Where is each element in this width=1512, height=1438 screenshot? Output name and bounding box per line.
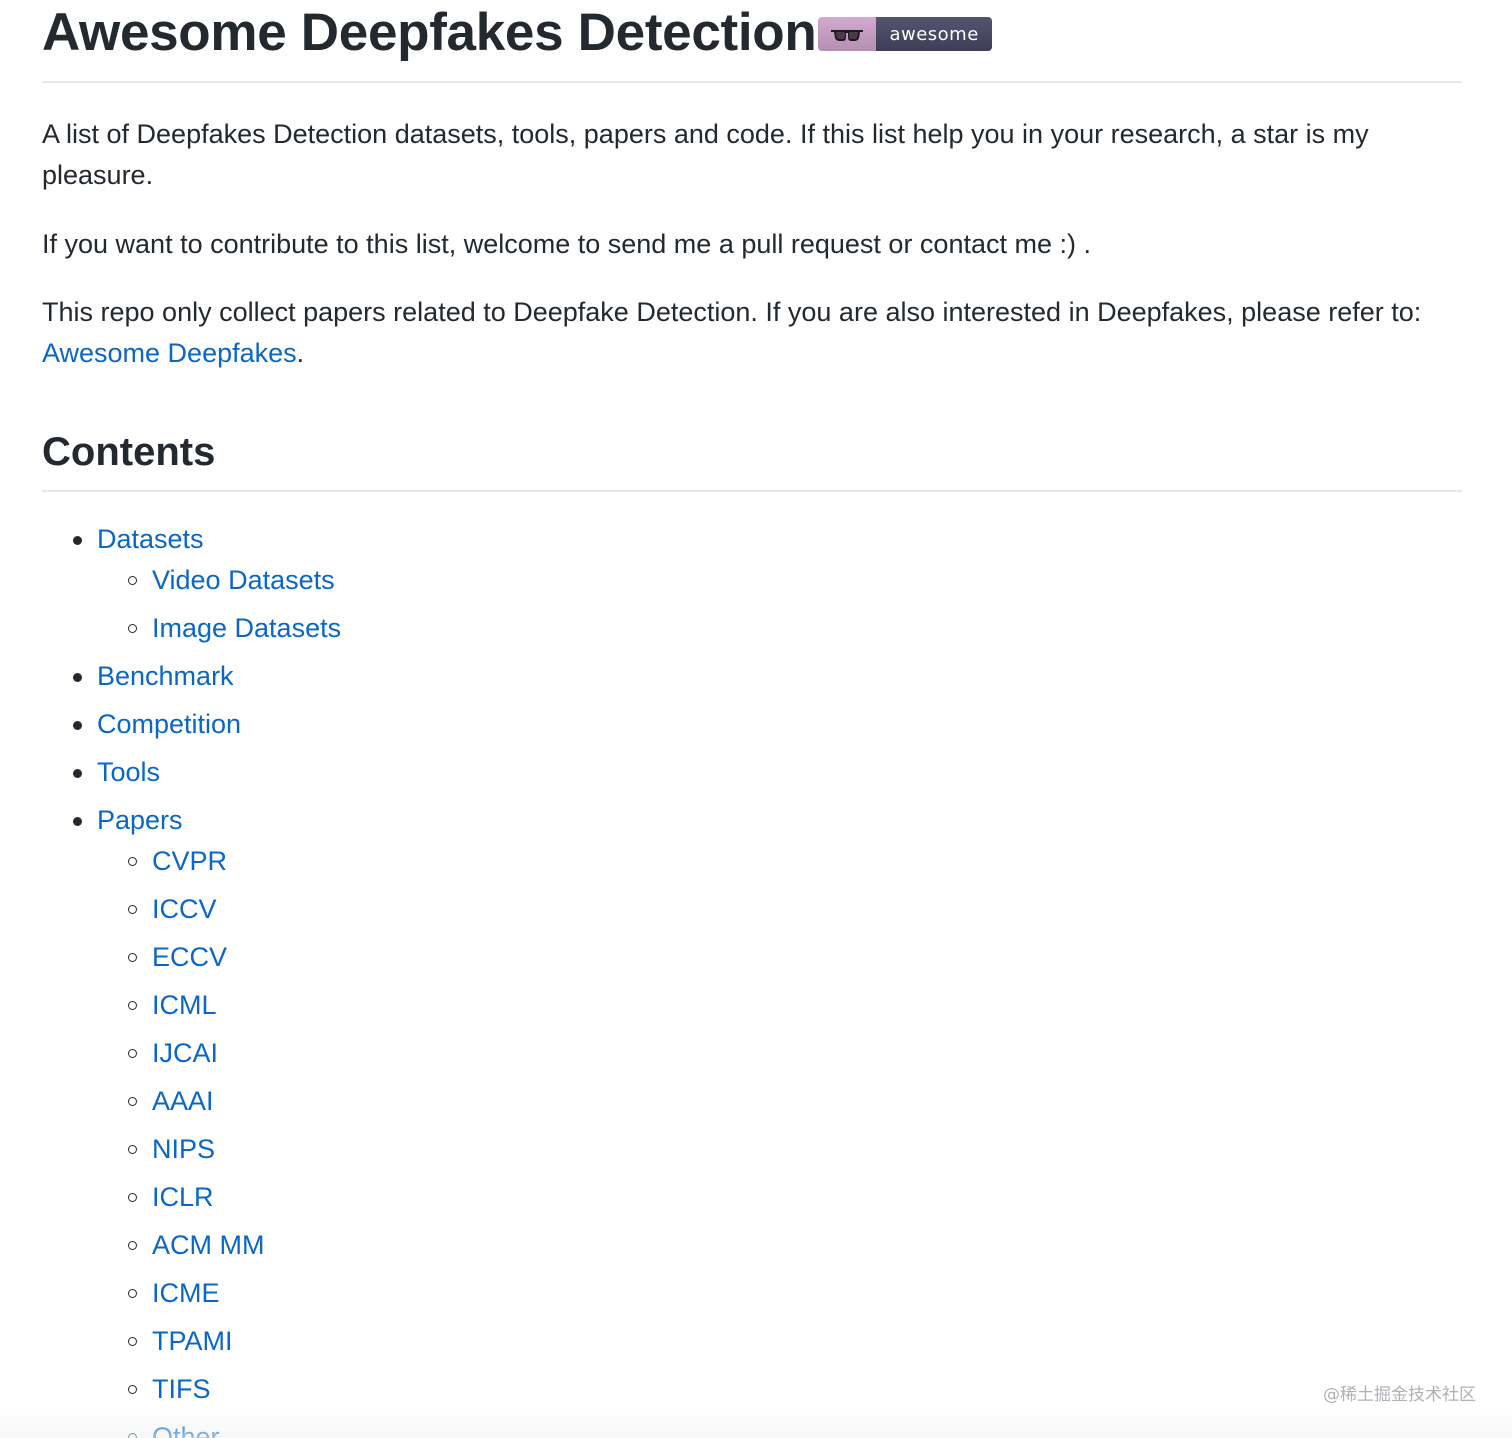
bullet-circle-icon	[128, 1241, 137, 1250]
toc-item-video-datasets: Video Datasets	[97, 560, 1462, 601]
bullet-circle-icon	[128, 857, 137, 866]
toc-link-iccv[interactable]: ICCV	[152, 894, 217, 924]
toc-link-tpami[interactable]: TPAMI	[152, 1326, 233, 1356]
toc-link-benchmark[interactable]: Benchmark	[97, 661, 234, 691]
toc-item-tifs: TIFS	[97, 1369, 1462, 1410]
bullet-circle-icon	[128, 576, 137, 585]
toc-link-tifs[interactable]: TIFS	[152, 1374, 211, 1404]
toc-link-eccv[interactable]: ECCV	[152, 942, 227, 972]
awesome-badge[interactable]: awesome	[818, 17, 992, 51]
bullet-disc-icon	[73, 536, 82, 545]
toc-link-nips[interactable]: NIPS	[152, 1134, 215, 1164]
toc-item-nips: NIPS	[97, 1129, 1462, 1170]
toc-link-video-datasets[interactable]: Video Datasets	[152, 565, 335, 595]
scope-paragraph: This repo only collect papers related to…	[42, 292, 1462, 374]
bullet-disc-icon	[73, 817, 82, 826]
bullet-disc-icon	[73, 769, 82, 778]
bullet-circle-icon	[128, 1337, 137, 1346]
toc-link-icml[interactable]: ICML	[152, 990, 217, 1020]
papers-sublist: CVPR ICCV ECCV ICML IJCAI AAAI NIPS ICLR…	[97, 841, 1462, 1438]
sunglasses-icon	[818, 17, 877, 51]
toc-item-iccv: ICCV	[97, 889, 1462, 930]
toc-link-acm-mm[interactable]: ACM MM	[152, 1230, 264, 1260]
bullet-circle-icon	[128, 1049, 137, 1058]
toc-item-tpami: TPAMI	[97, 1321, 1462, 1362]
toc-link-other[interactable]: Other	[152, 1422, 220, 1438]
awesome-deepfakes-link[interactable]: Awesome Deepfakes	[42, 338, 297, 368]
toc-item-tools: Tools	[42, 752, 1462, 793]
toc-item-aaai: AAAI	[97, 1081, 1462, 1122]
toc-item-papers: Papers CVPR ICCV ECCV ICML IJCAI AAAI NI…	[42, 800, 1462, 1438]
bullet-circle-icon	[128, 1385, 137, 1394]
toc-link-papers[interactable]: Papers	[97, 805, 183, 835]
toc-item-other: Other	[97, 1417, 1462, 1438]
toc-item-benchmark: Benchmark	[42, 656, 1462, 697]
toc-link-iclr[interactable]: ICLR	[152, 1182, 214, 1212]
contents-heading: Contents	[42, 430, 216, 474]
bullet-circle-icon	[128, 624, 137, 633]
toc-item-iclr: ICLR	[97, 1177, 1462, 1218]
contribute-paragraph: If you want to contribute to this list, …	[42, 229, 1091, 259]
toc-item-eccv: ECCV	[97, 937, 1462, 978]
watermark: @稀土掘金技术社区	[1323, 1385, 1476, 1405]
toc-link-icme[interactable]: ICME	[152, 1278, 220, 1308]
badge-label: awesome	[876, 17, 992, 51]
bullet-circle-icon	[128, 1433, 137, 1438]
bullet-circle-icon	[128, 953, 137, 962]
contents-divider	[42, 490, 1462, 492]
toc-link-cvpr[interactable]: CVPR	[152, 846, 227, 876]
table-of-contents: Datasets Video Datasets Image Datasets B…	[42, 519, 1462, 1438]
toc-link-image-datasets[interactable]: Image Datasets	[152, 613, 341, 643]
title-row: Awesome Deepfakes Detection awesome	[42, 0, 1462, 66]
toc-item-image-datasets: Image Datasets	[97, 608, 1462, 649]
bullet-circle-icon	[128, 905, 137, 914]
toc-link-competition[interactable]: Competition	[97, 709, 241, 739]
toc-link-tools[interactable]: Tools	[97, 757, 160, 787]
toc-item-datasets: Datasets Video Datasets Image Datasets	[42, 519, 1462, 649]
readme-article: Awesome Deepfakes Detection awesome A li…	[42, 0, 1462, 1438]
toc-item-competition: Competition	[42, 704, 1462, 745]
page-title: Awesome Deepfakes Detection	[42, 3, 817, 62]
datasets-sublist: Video Datasets Image Datasets	[97, 560, 1462, 649]
scope-text: This repo only collect papers related to…	[42, 297, 1422, 327]
bullet-circle-icon	[128, 1289, 137, 1298]
toc-link-datasets[interactable]: Datasets	[97, 524, 204, 554]
bullet-circle-icon	[128, 1145, 137, 1154]
toc-item-icme: ICME	[97, 1273, 1462, 1314]
toc-item-ijcai: IJCAI	[97, 1033, 1462, 1074]
bullet-circle-icon	[128, 1193, 137, 1202]
toc-item-icml: ICML	[97, 985, 1462, 1026]
title-divider	[42, 81, 1462, 83]
bullet-circle-icon	[128, 1097, 137, 1106]
bullet-disc-icon	[73, 673, 82, 682]
toc-link-ijcai[interactable]: IJCAI	[152, 1038, 218, 1068]
scope-suffix: .	[296, 338, 305, 368]
toc-item-acm-mm: ACM MM	[97, 1225, 1462, 1266]
bullet-circle-icon	[128, 1001, 137, 1010]
intro-paragraph: A list of Deepfakes Detection datasets, …	[42, 119, 1369, 190]
toc-link-aaai[interactable]: AAAI	[152, 1086, 214, 1116]
bullet-disc-icon	[73, 721, 82, 730]
toc-item-cvpr: CVPR	[97, 841, 1462, 882]
